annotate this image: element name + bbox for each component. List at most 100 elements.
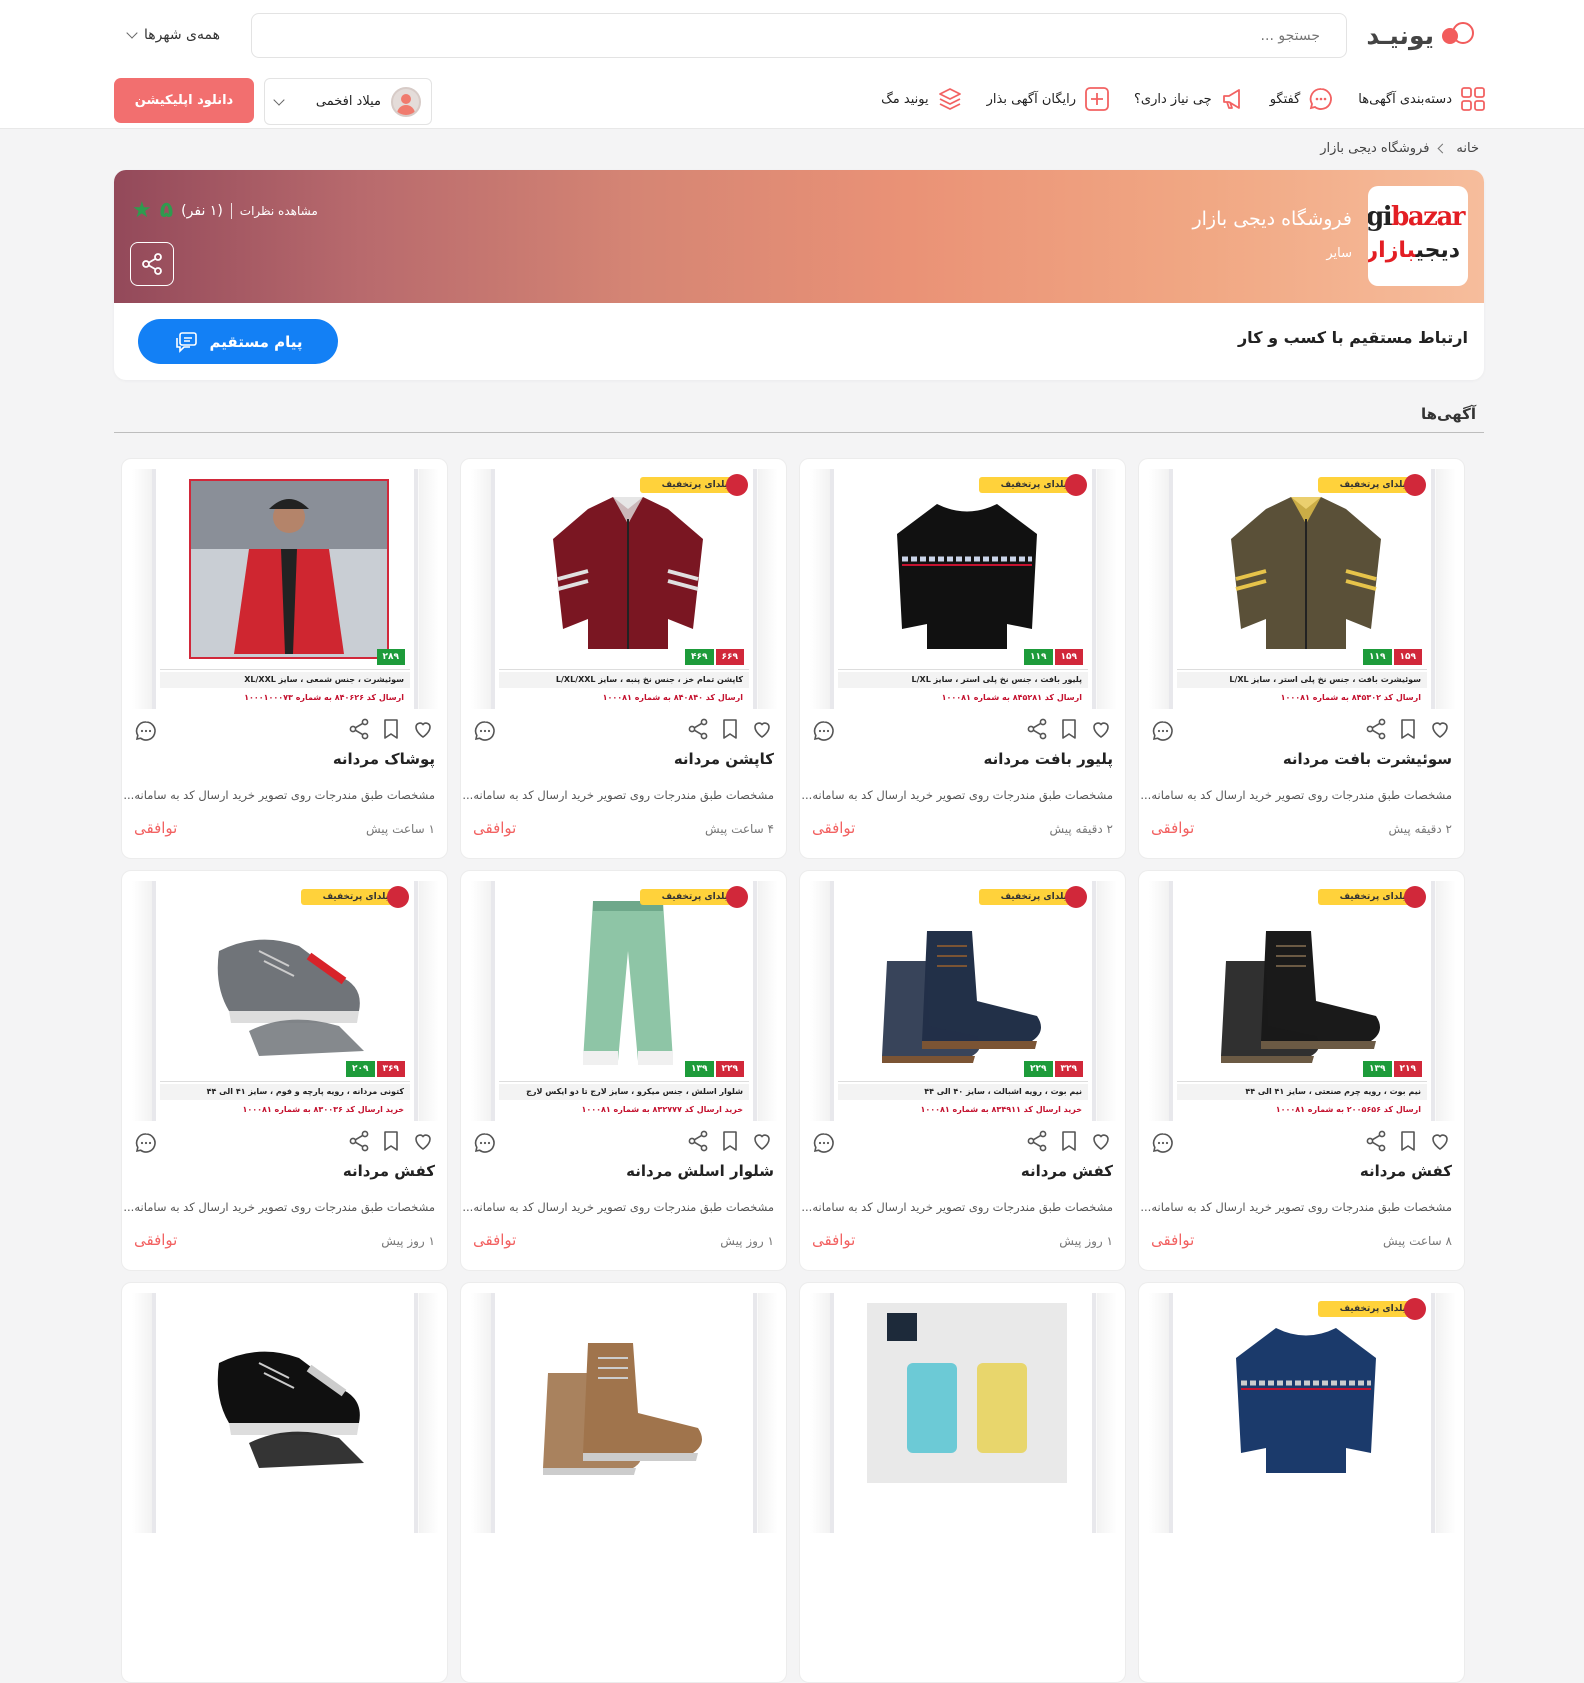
ad-title[interactable]: سوئیشرت بافت مردانه xyxy=(1283,750,1452,768)
ad-title[interactable]: کفش مردانه xyxy=(1021,1162,1113,1180)
image-edge xyxy=(1149,881,1169,1121)
image-edge xyxy=(1149,469,1169,709)
ad-card[interactable]: یلدای پرتخفیف ۲۲۹ ۳۲۹ نیم بوت ، رویه اشب… xyxy=(799,870,1126,1271)
ad-image[interactable]: ۲۸۹ سوئیشرت ، جنس شمعی ، سایز XL/XXL ارس… xyxy=(132,469,439,709)
ad-card[interactable]: یلدای پرتخفیف ۲۰۹ ۳۶۹ کتونی مردانه ، روی… xyxy=(121,870,448,1271)
bookmark-button[interactable] xyxy=(1057,717,1081,741)
share-button[interactable] xyxy=(347,717,371,741)
view-reviews-link[interactable]: مشاهده نظرات xyxy=(240,204,318,218)
site-logo[interactable]: یونیـد xyxy=(1352,14,1474,56)
shop-name: فروشگاه دیجی بازار xyxy=(1192,208,1352,230)
like-button[interactable] xyxy=(750,717,774,741)
bookmark-button[interactable] xyxy=(1396,717,1420,741)
like-button[interactable] xyxy=(1428,717,1452,741)
bookmark-button[interactable] xyxy=(1396,1129,1420,1153)
ad-title[interactable]: پوشاک مردانه xyxy=(333,750,435,768)
ad-image[interactable] xyxy=(471,1293,778,1533)
bookmark-button[interactable] xyxy=(718,717,742,741)
chat-button[interactable] xyxy=(812,1131,836,1155)
share-button[interactable] xyxy=(1025,1129,1049,1153)
ad-actions xyxy=(1025,717,1113,741)
heart-icon xyxy=(1093,722,1109,738)
bookmark-icon xyxy=(1401,719,1415,739)
nav-chat[interactable]: گفتگو xyxy=(1270,86,1335,112)
ad-image[interactable]: یلدای پرتخفیف ۲۲۹ ۳۲۹ نیم بوت ، رویه اشب… xyxy=(810,881,1117,1121)
top-header: یونیـد همه‌ی شهرها دسته‌بندی آگهی‌ها گفت… xyxy=(0,0,1584,129)
ad-card[interactable]: یلدای پرتخفیف xyxy=(1138,1282,1465,1683)
ad-title[interactable]: کفش مردانه xyxy=(343,1162,435,1180)
shop-logo-fa-b: بازار xyxy=(1368,238,1416,263)
shop-card: digibazar دیجیبازار فروشگاه دیجی بازار س… xyxy=(114,170,1484,380)
ad-image[interactable]: یلدای پرتخفیف ۲۰۹ ۳۶۹ کتونی مردانه ، روی… xyxy=(132,881,439,1121)
share-button[interactable] xyxy=(686,717,710,741)
direct-message-button[interactable]: پیام مستقیم xyxy=(138,319,338,364)
chat-button[interactable] xyxy=(134,719,158,743)
ad-card[interactable]: یلدای پرتخفیف ۴۶۹ ۶۶۹ کاپشن تمام خز ، جن… xyxy=(460,458,787,859)
ad-image[interactable]: یلدای پرتخفیف ۱۳۹ ۲۲۹ شلوار اسلش ، جنس م… xyxy=(471,881,778,1121)
ad-image[interactable]: یلدای پرتخفیف xyxy=(1149,1293,1456,1533)
ad-title[interactable]: پلیور بافت مردانه xyxy=(983,750,1113,768)
bookmark-button[interactable] xyxy=(718,1129,742,1153)
ad-image[interactable]: یلدای پرتخفیف ۱۱۹ ۱۵۹ پلیور بافت ، جنس ن… xyxy=(810,469,1117,709)
ad-title[interactable]: کاپشن مردانه xyxy=(674,750,774,768)
chat-button[interactable] xyxy=(1151,1131,1175,1155)
search-input[interactable] xyxy=(252,14,1346,57)
share-button[interactable] xyxy=(130,242,174,286)
ad-image[interactable] xyxy=(810,1293,1117,1533)
ad-card[interactable] xyxy=(799,1282,1126,1683)
chat-icon xyxy=(1152,721,1173,741)
ad-title[interactable]: شلوار اسلش مردانه xyxy=(626,1162,774,1180)
ad-card[interactable]: یلدای پرتخفیف ۱۱۹ ۱۵۹ پلیور بافت ، جنس ن… xyxy=(799,458,1126,859)
search-box[interactable] xyxy=(251,13,1347,58)
product-illustration xyxy=(189,891,389,1075)
ad-image[interactable]: یلدای پرتخفیف ۱۱۹ ۱۵۹ سوئیشرت بافت ، جنس… xyxy=(1149,469,1456,709)
chat-button[interactable] xyxy=(1151,719,1175,743)
image-price-new: ۱۳۹ xyxy=(1363,1061,1392,1077)
chat-button[interactable] xyxy=(473,719,497,743)
ad-card[interactable]: ۲۸۹ سوئیشرت ، جنس شمعی ، سایز XL/XXL ارس… xyxy=(121,458,448,859)
yalda-discount-badge: یلدای پرتخفیف xyxy=(978,474,1088,496)
like-button[interactable] xyxy=(1089,717,1113,741)
image-code-line: خرید ارسال کد ۸۳۲۷۷۷ به شماره ۱۰۰۰۸۱ xyxy=(581,1105,743,1114)
download-app-button[interactable]: دانلود اپلیکیشن xyxy=(114,78,254,123)
logo-mark-icon xyxy=(1438,20,1474,50)
nav-categories[interactable]: دسته‌بندی آگهی‌ها xyxy=(1358,86,1486,112)
share-button[interactable] xyxy=(1364,717,1388,741)
like-button[interactable] xyxy=(750,1129,774,1153)
share-button[interactable] xyxy=(1025,717,1049,741)
ad-image[interactable]: یلدای پرتخفیف ۱۳۹ ۲۱۹ نیم بوت ، رویه چرم… xyxy=(1149,881,1456,1121)
bookmark-button[interactable] xyxy=(379,717,403,741)
ad-card[interactable]: یلدای پرتخفیف ۱۳۹ ۲۱۹ نیم بوت ، رویه چرم… xyxy=(1138,870,1465,1271)
breadcrumb-current[interactable]: فروشگاه دیجی بازار xyxy=(1320,141,1429,156)
bookmark-button[interactable] xyxy=(1057,1129,1081,1153)
nav-mag[interactable]: یونید مگ xyxy=(881,86,962,112)
bookmark-icon xyxy=(1062,1131,1076,1151)
breadcrumb-home[interactable]: خانه xyxy=(1456,141,1479,156)
like-button[interactable] xyxy=(1089,1129,1113,1153)
ad-card[interactable]: یلدای پرتخفیف ۱۱۹ ۱۵۹ سوئیشرت بافت ، جنس… xyxy=(1138,458,1465,859)
main-nav: دسته‌بندی آگهی‌ها گفتگو چی نیاز داری؟ را… xyxy=(881,84,1486,114)
like-button[interactable] xyxy=(411,717,435,741)
bookmark-button[interactable] xyxy=(379,1129,403,1153)
ad-title[interactable]: کفش مردانه xyxy=(1360,1162,1452,1180)
share-button[interactable] xyxy=(1364,1129,1388,1153)
chat-button[interactable] xyxy=(473,1131,497,1155)
chat-button[interactable] xyxy=(812,719,836,743)
nav-post-ad[interactable]: رایگان آگهی بذار xyxy=(987,86,1110,112)
image-spec-line: سوئیشرت بافت ، جنس نخ پلی استر ، سایز L/… xyxy=(1177,672,1427,688)
ad-card[interactable]: یلدای پرتخفیف ۱۳۹ ۲۲۹ شلوار اسلش ، جنس م… xyxy=(460,870,787,1271)
nav-requests[interactable]: چی نیاز داری؟ xyxy=(1134,86,1246,112)
shop-rating: ★ ۵ (۱ نفر) مشاهده نظرات xyxy=(132,198,318,223)
share-button[interactable] xyxy=(686,1129,710,1153)
chat-button[interactable] xyxy=(134,1131,158,1155)
city-selector[interactable]: همه‌ی شهرها xyxy=(126,22,220,48)
like-button[interactable] xyxy=(1428,1129,1452,1153)
user-menu[interactable]: میلاد افخمی xyxy=(264,78,432,125)
ad-image[interactable] xyxy=(132,1293,439,1533)
share-button[interactable] xyxy=(347,1129,371,1153)
heart-icon xyxy=(754,722,770,738)
ad-image[interactable]: یلدای پرتخفیف ۴۶۹ ۶۶۹ کاپشن تمام خز ، جن… xyxy=(471,469,778,709)
ad-card[interactable] xyxy=(121,1282,448,1683)
like-button[interactable] xyxy=(411,1129,435,1153)
ad-card[interactable] xyxy=(460,1282,787,1683)
